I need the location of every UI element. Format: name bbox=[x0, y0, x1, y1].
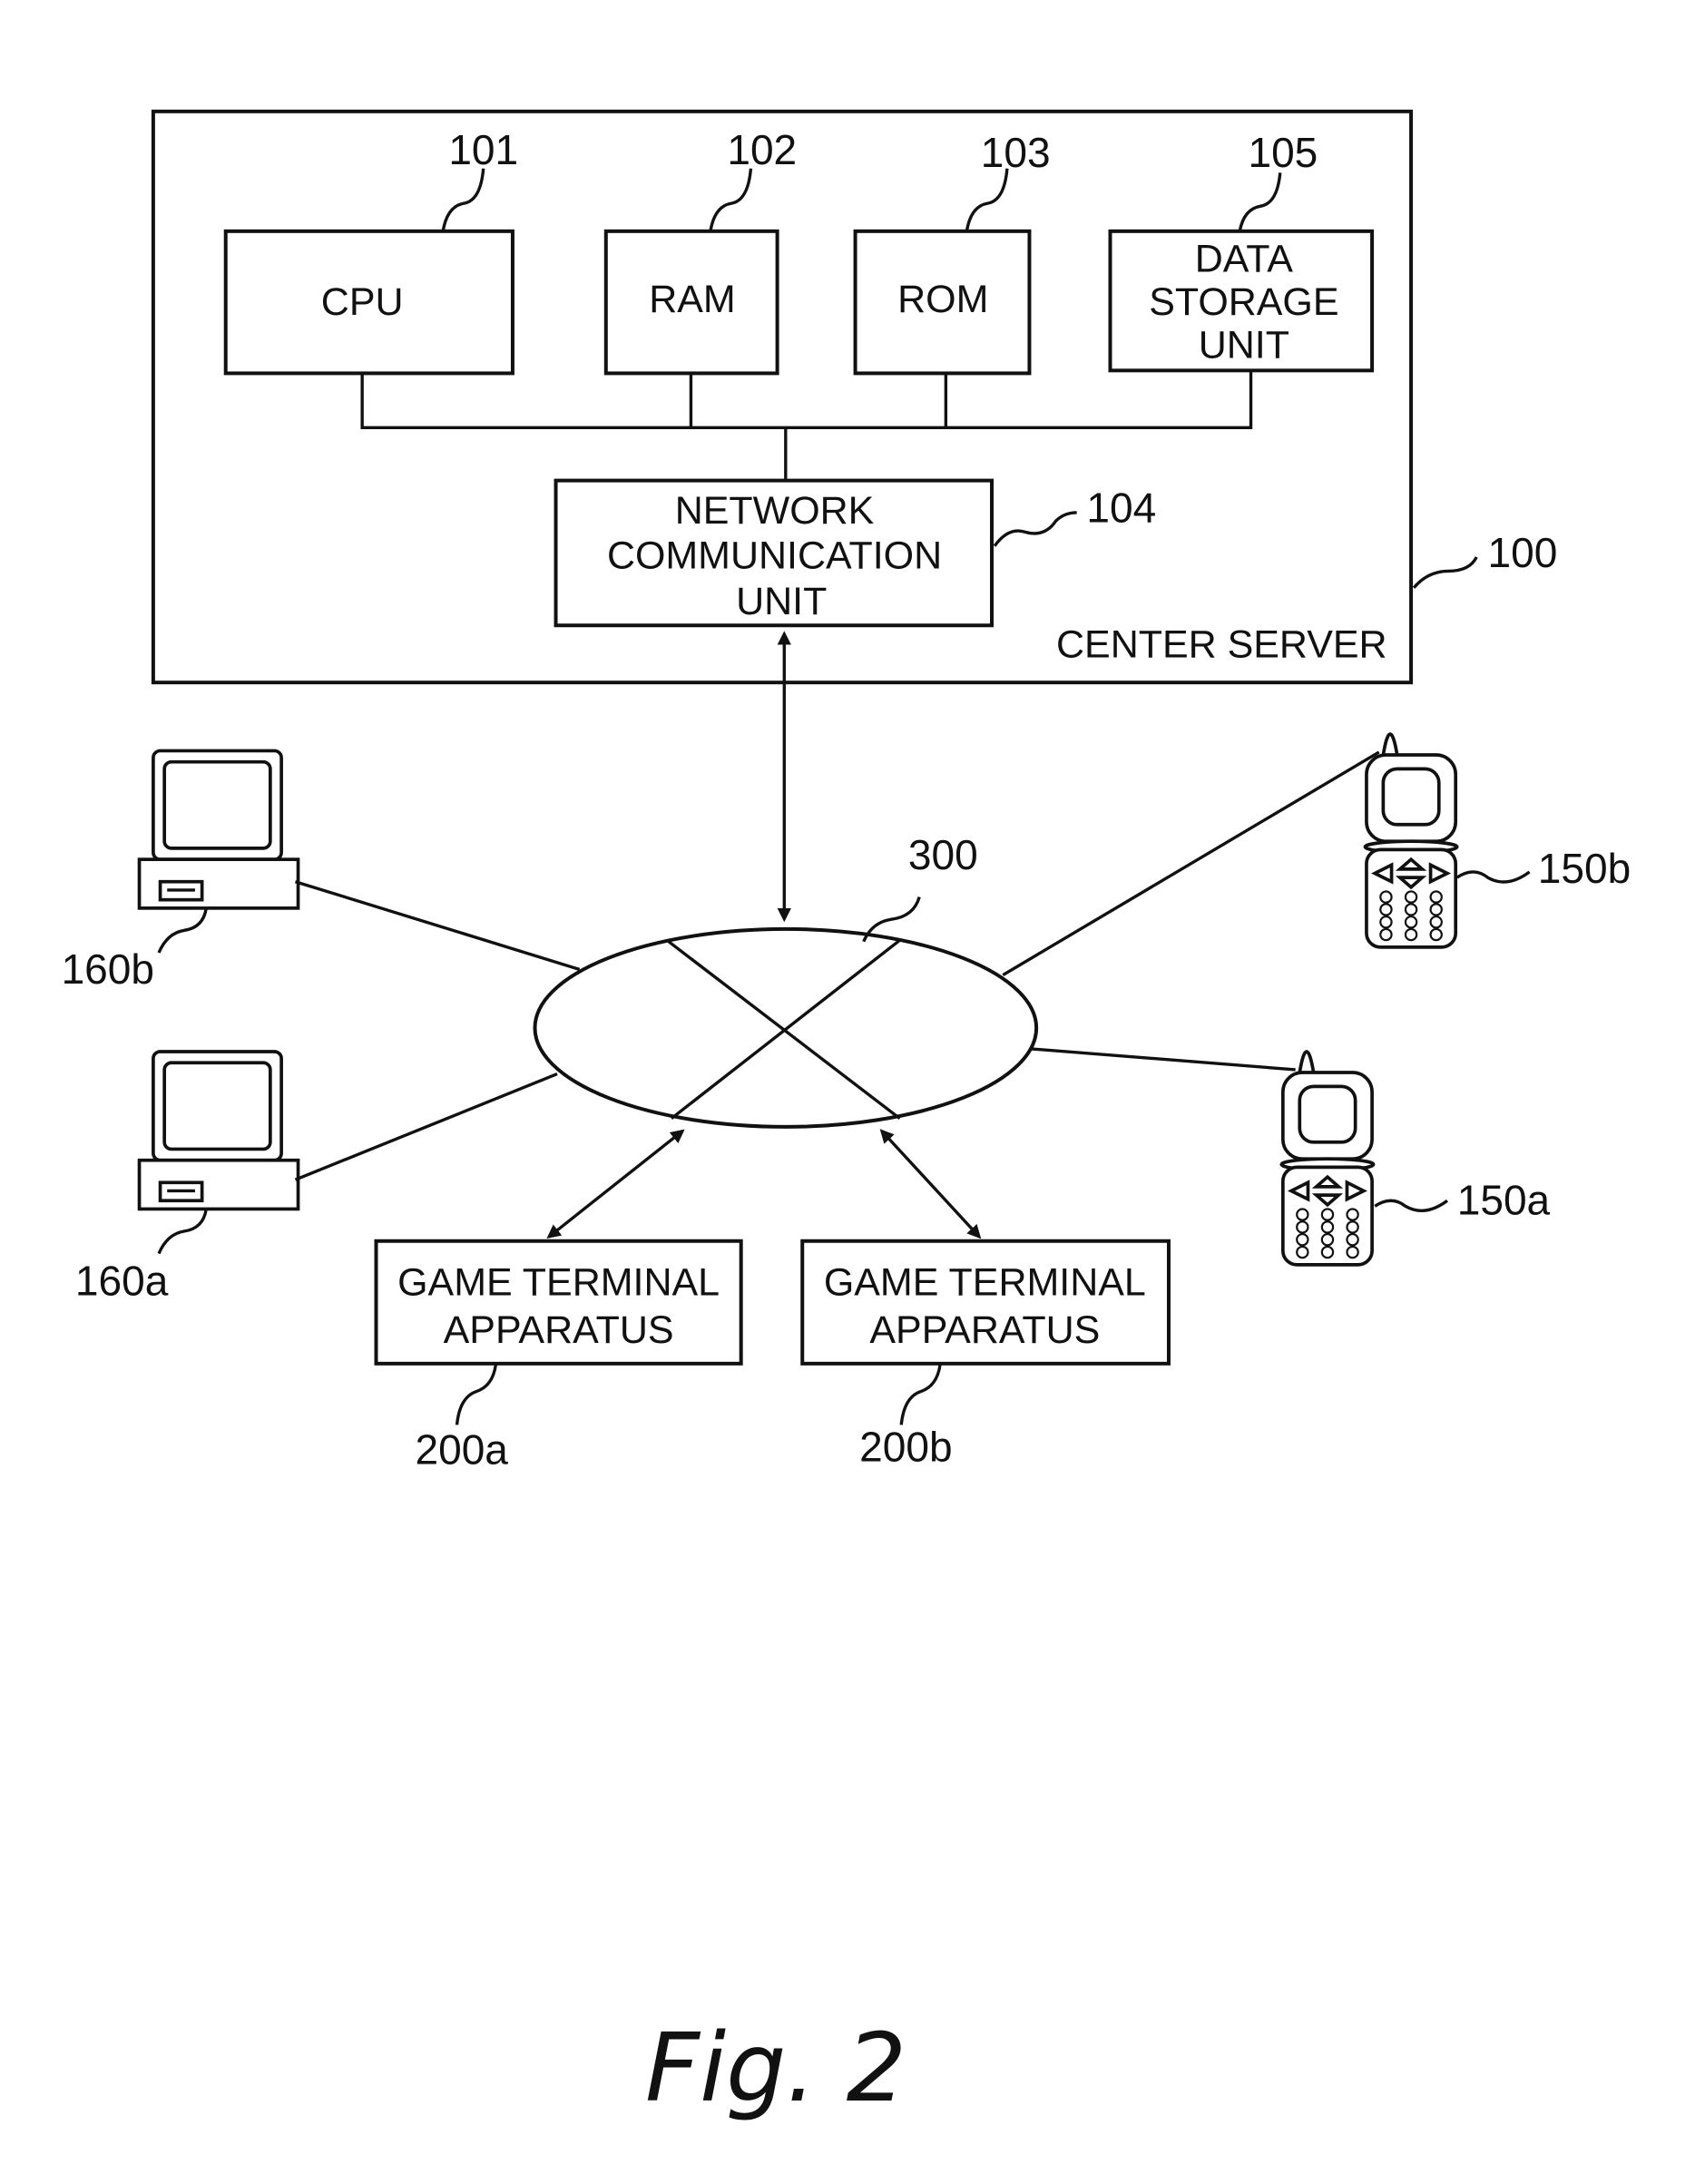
terminal-b-label-1: GAME TERMINAL bbox=[824, 1261, 1146, 1305]
ncu-label-2: COMMUNICATION bbox=[607, 534, 942, 577]
system-diagram: CENTER SERVER 100 CPU 101 RAM 102 ROM 10… bbox=[62, 109, 1631, 2123]
ref-200b: 200b bbox=[859, 1423, 952, 1470]
desktop-computer-icon bbox=[137, 749, 300, 910]
ref-160a: 160a bbox=[75, 1258, 169, 1305]
phone-150a: 150a bbox=[1030, 1047, 1551, 1267]
ref-104: 104 bbox=[1086, 485, 1156, 532]
mobile-phone-icon bbox=[1279, 1050, 1376, 1267]
mobile-phone-icon bbox=[1363, 732, 1459, 949]
data-storage-label-3: UNIT bbox=[1199, 324, 1289, 367]
terminal-a-label-2: APPARATUS bbox=[444, 1308, 674, 1352]
ref-150b: 150b bbox=[1538, 845, 1631, 892]
terminal-a-label-1: GAME TERMINAL bbox=[397, 1261, 720, 1305]
ref-160b: 160b bbox=[62, 945, 154, 993]
terminal-b-link bbox=[879, 1129, 982, 1239]
terminal-a-link bbox=[546, 1129, 685, 1239]
leader-line-100 bbox=[1412, 556, 1478, 589]
ref-102: 102 bbox=[727, 126, 797, 173]
cpu-label: CPU bbox=[321, 280, 404, 324]
ncu-label-3: UNIT bbox=[736, 580, 827, 623]
game-terminal-200b: GAME TERMINAL APPARATUS 200b bbox=[800, 1129, 1171, 1470]
rom-label: ROM bbox=[897, 278, 988, 321]
data-storage-label-1: DATA bbox=[1195, 237, 1294, 280]
ref-105: 105 bbox=[1248, 129, 1318, 176]
pc-160b: 160b bbox=[62, 749, 581, 993]
ncu-label-1: NETWORK bbox=[675, 489, 875, 533]
figure-caption: Fig. 2 bbox=[645, 2013, 906, 2123]
ref-100: 100 bbox=[1487, 529, 1557, 576]
ref-300: 300 bbox=[908, 831, 978, 878]
ref-150a: 150a bbox=[1457, 1177, 1551, 1224]
phone-150b: 150b bbox=[1002, 732, 1631, 977]
data-storage-label-2: STORAGE bbox=[1149, 280, 1338, 324]
ram-label: RAM bbox=[649, 278, 735, 321]
terminal-b-label-2: APPARATUS bbox=[869, 1308, 1100, 1352]
ref-200a: 200a bbox=[415, 1425, 508, 1473]
desktop-computer-icon bbox=[137, 1050, 300, 1211]
game-terminal-200a: GAME TERMINAL APPARATUS 200a bbox=[374, 1129, 743, 1473]
ref-101: 101 bbox=[448, 126, 518, 173]
ref-103: 103 bbox=[981, 129, 1051, 176]
center-server-label: CENTER SERVER bbox=[1056, 623, 1387, 667]
